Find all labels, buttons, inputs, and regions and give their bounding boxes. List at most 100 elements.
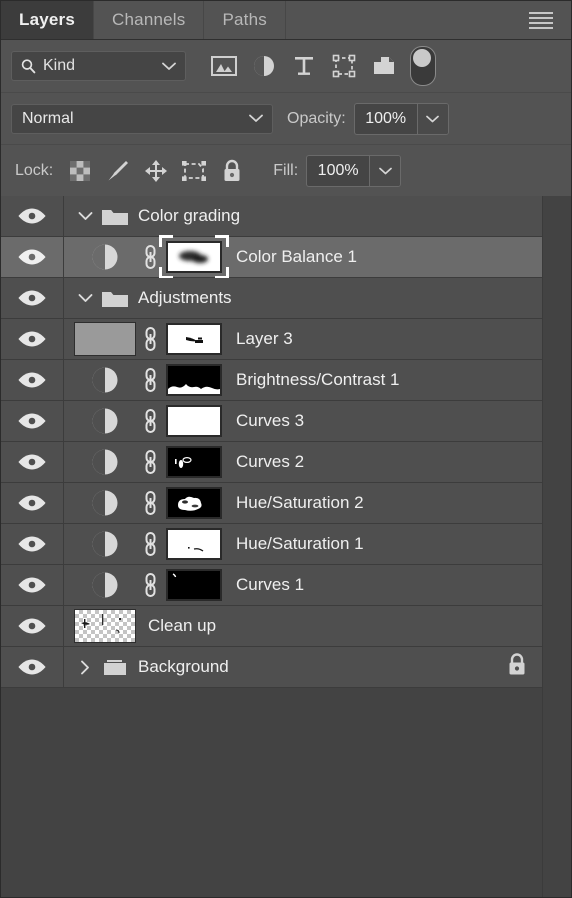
filter-kind-select[interactable]: Kind [11, 51, 186, 81]
tab-layers[interactable]: Layers [1, 1, 95, 39]
layer-row-body[interactable]: Curves 3 [64, 401, 542, 441]
layer-mask-thumbnail[interactable] [164, 486, 224, 520]
visibility-toggle[interactable] [1, 237, 64, 277]
layer-mask-thumbnail[interactable] [164, 363, 224, 397]
toggle-knob [413, 49, 431, 67]
panel-menu-button[interactable] [521, 1, 561, 39]
visibility-toggle[interactable] [1, 278, 64, 318]
layer-name: Hue/Saturation 2 [236, 493, 364, 512]
layer-mask-link-icon[interactable] [136, 571, 164, 599]
layer-name: Curves 3 [236, 411, 305, 430]
group-expand-toggle[interactable] [72, 660, 98, 675]
lock-artboard-nesting-icon[interactable] [175, 154, 213, 188]
layer-thumbnail[interactable] [74, 322, 136, 356]
layer-row-body[interactable]: Layer 3 [64, 319, 542, 359]
visibility-toggle[interactable] [1, 483, 64, 523]
visibility-toggle[interactable] [1, 606, 64, 646]
layer-row-curves-2[interactable]: Curves 2 [1, 442, 542, 483]
filter-type-layers-icon[interactable] [284, 47, 324, 85]
tab-channels-label: Channels [112, 10, 186, 29]
visibility-toggle[interactable] [1, 442, 64, 482]
tab-paths[interactable]: Paths [204, 1, 286, 39]
lock-all-icon[interactable] [213, 154, 251, 188]
layer-row-hue-saturation-1[interactable]: Hue/Saturation 1 [1, 524, 542, 565]
lock-position-icon[interactable] [137, 154, 175, 188]
opacity-value[interactable]: 100% [355, 104, 417, 134]
layer-row-body[interactable]: Hue/Saturation 2 [64, 483, 542, 523]
layer-row-body[interactable]: Color grading [64, 196, 542, 236]
chevron-down-icon [378, 167, 392, 174]
fill-value[interactable]: 100% [307, 156, 369, 186]
visibility-toggle[interactable] [1, 360, 64, 400]
group-expand-toggle[interactable] [72, 211, 98, 221]
fill-stepper[interactable] [369, 155, 401, 186]
opacity-field[interactable]: 100% [353, 102, 449, 135]
layer-row-layer-3[interactable]: Layer 3 [1, 319, 542, 360]
layer-row-body[interactable]: Clean up [64, 606, 542, 646]
layer-mask-thumbnail[interactable] [164, 527, 224, 561]
opacity-stepper[interactable] [416, 103, 448, 134]
filter-enable-toggle[interactable] [410, 46, 436, 86]
layer-mask-thumbnail[interactable] [164, 568, 224, 602]
visibility-toggle[interactable] [1, 196, 64, 236]
layer-mask-link-icon[interactable] [136, 243, 164, 271]
adjustment-layer-icon[interactable] [74, 242, 136, 272]
adjustment-layer-icon[interactable] [74, 365, 136, 395]
layer-row-color-grading[interactable]: Color grading [1, 196, 542, 237]
visibility-toggle[interactable] [1, 647, 64, 687]
layer-row-background[interactable]: Background [1, 647, 542, 688]
visibility-toggle[interactable] [1, 524, 64, 564]
layer-row-body[interactable]: Brightness/Contrast 1 [64, 360, 542, 400]
layer-mask-link-icon[interactable] [136, 407, 164, 435]
layer-row-body[interactable]: Hue/Saturation 1 [64, 524, 542, 564]
filter-shape-layers-icon[interactable] [324, 47, 364, 85]
eye-icon [18, 536, 46, 552]
layer-list-scrollbar-gutter[interactable] [542, 196, 571, 897]
filter-smart-object-layers-icon[interactable] [364, 47, 404, 85]
layer-row-body[interactable]: Adjustments [64, 278, 542, 318]
visibility-toggle[interactable] [1, 565, 64, 605]
layer-mask-link-icon[interactable] [136, 489, 164, 517]
filter-adjustment-layers-icon[interactable] [244, 47, 284, 85]
layer-row-color-balance-1[interactable]: Color Balance 1 [1, 235, 542, 279]
layer-row-adjustments[interactable]: Adjustments [1, 278, 542, 319]
layer-thumbnail[interactable] [74, 609, 136, 643]
visibility-toggle[interactable] [1, 319, 64, 359]
eye-icon [18, 372, 46, 388]
adjustment-layer-icon[interactable] [74, 529, 136, 559]
adjustment-layer-icon[interactable] [74, 570, 136, 600]
tab-channels[interactable]: Channels [94, 1, 205, 39]
layer-mask-link-icon[interactable] [136, 325, 164, 353]
layer-row-brightness-contrast-1[interactable]: Brightness/Contrast 1 [1, 360, 542, 401]
layer-mask-thumbnail[interactable] [164, 404, 224, 438]
opacity-label: Opacity: [287, 109, 346, 127]
fill-field[interactable]: 100% [306, 154, 402, 187]
layer-mask-thumbnail[interactable] [164, 322, 224, 356]
adjustment-layer-icon[interactable] [74, 447, 136, 477]
layer-row-body[interactable]: Color Balance 1 [64, 235, 542, 279]
adjustment-layer-icon[interactable] [74, 406, 136, 436]
layer-row-body[interactable]: Curves 1 [64, 565, 542, 605]
filter-kind-label: Kind [43, 57, 76, 74]
layer-name: Curves 1 [236, 575, 305, 594]
layer-row-body[interactable]: Curves 2 [64, 442, 542, 482]
layer-mask-thumbnail[interactable] [164, 445, 224, 479]
blend-mode-select[interactable]: Normal [11, 103, 273, 134]
adjustment-layer-icon[interactable] [74, 488, 136, 518]
chevron-right-icon [81, 660, 89, 674]
layer-row-curves-3[interactable]: Curves 3 [1, 401, 542, 442]
layer-mask-link-icon[interactable] [136, 530, 164, 558]
lock-transparent-pixels-icon[interactable] [61, 154, 99, 188]
layer-row-hue-saturation-2[interactable]: Hue/Saturation 2 [1, 483, 542, 524]
group-expand-toggle[interactable] [72, 293, 98, 303]
layer-row-body[interactable]: Background [64, 647, 542, 687]
lock-image-pixels-icon[interactable] [99, 154, 137, 188]
filter-pixel-layers-icon[interactable] [204, 47, 244, 85]
layer-row-curves-1[interactable]: Curves 1 [1, 565, 542, 606]
layer-mask-link-icon[interactable] [136, 366, 164, 394]
eye-icon [18, 577, 46, 593]
layer-mask-link-icon[interactable] [136, 448, 164, 476]
layer-mask-thumbnail[interactable] [159, 235, 229, 279]
visibility-toggle[interactable] [1, 401, 64, 441]
layer-row-clean-up[interactable]: Clean up [1, 606, 542, 647]
